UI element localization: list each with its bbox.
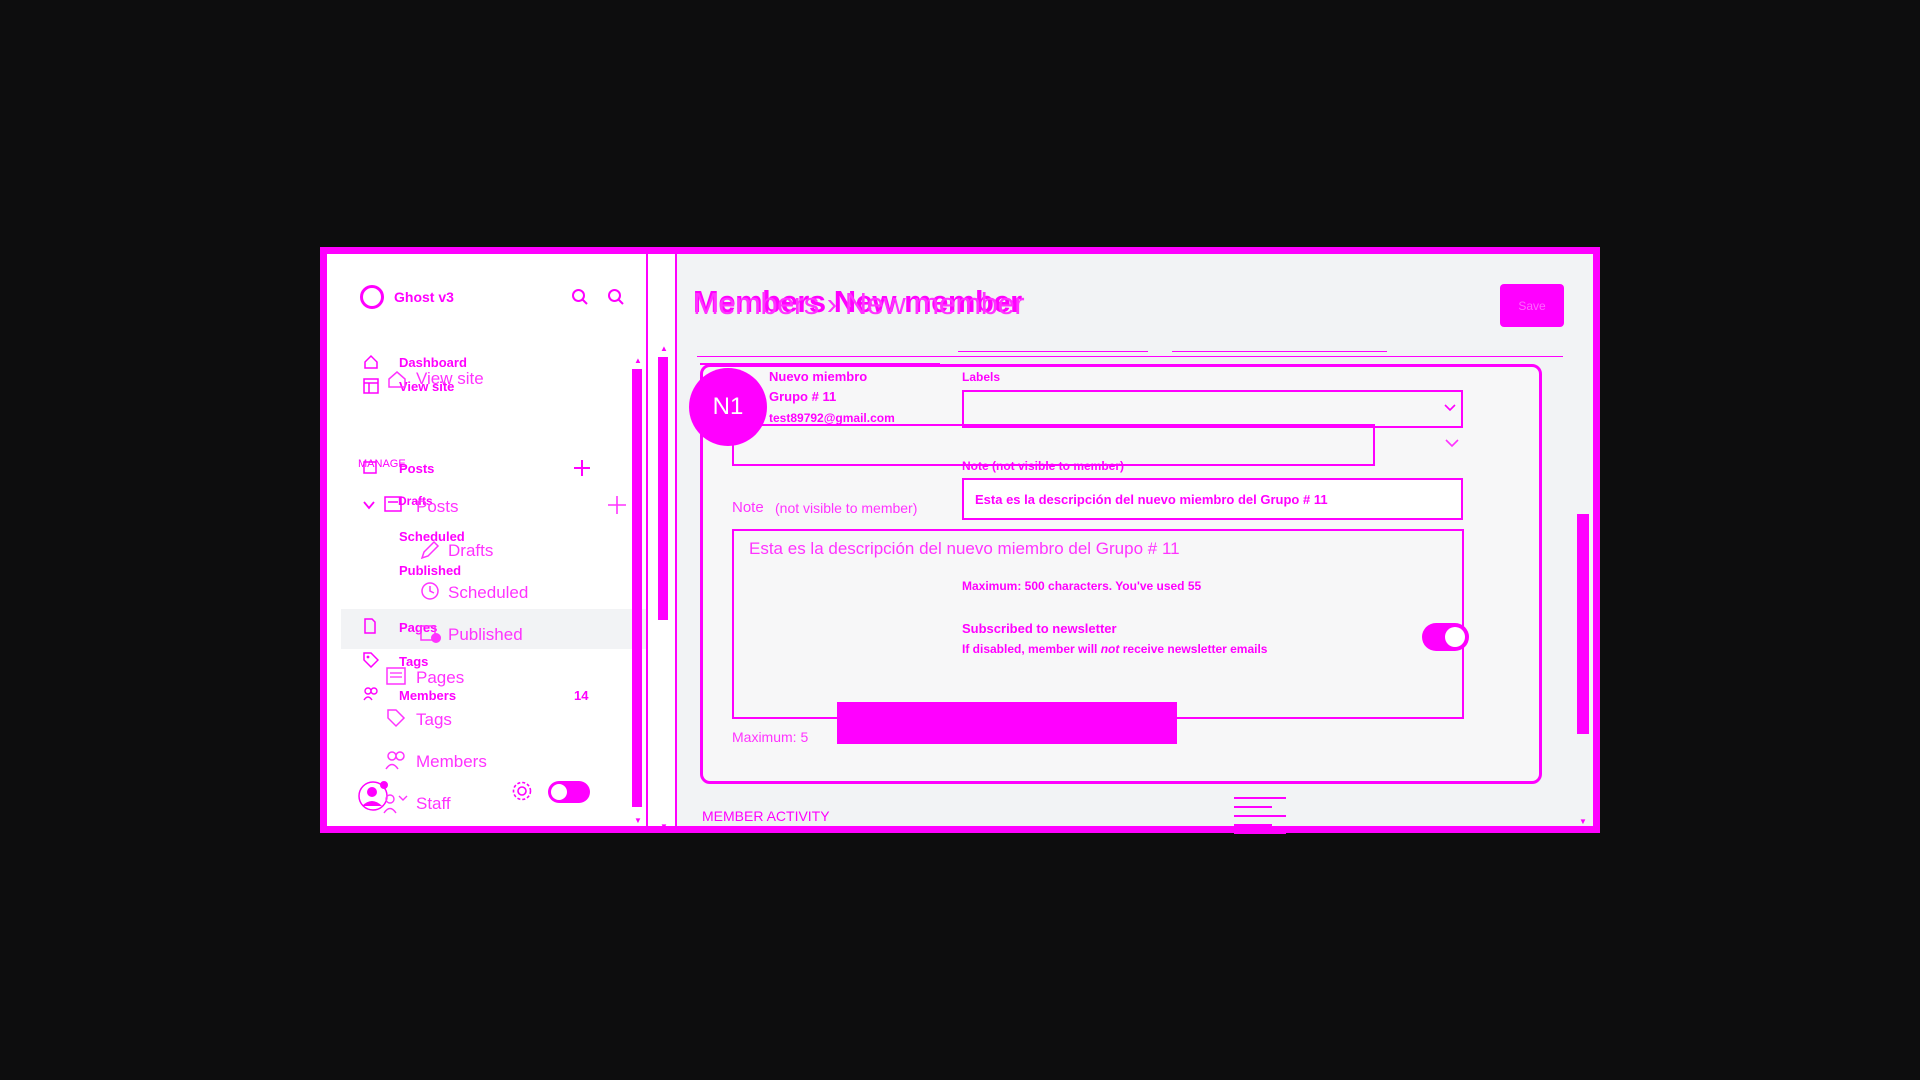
header-divider — [697, 356, 1563, 357]
sidebar-scrollbar[interactable] — [632, 369, 642, 807]
toggle-knob — [551, 784, 567, 800]
sidebar-ghost-scheduled[interactable]: Scheduled — [448, 583, 528, 603]
note-label: Note (not visible to member) — [962, 459, 1125, 473]
note-label-ghost-hint: (not visible to member) — [775, 500, 918, 516]
scroll-down-arrow[interactable]: ▼ — [660, 822, 668, 831]
sidebar-divider — [646, 254, 648, 826]
app-window: Ghost v3 Dashboard View site View site M… — [320, 247, 1600, 834]
night-mode-toggle[interactable] — [548, 781, 590, 803]
newsletter-hint-post: receive newsletter emails — [1122, 642, 1268, 656]
card-accent-line — [700, 363, 940, 365]
sidebar-item-posts[interactable]: Posts — [399, 461, 434, 476]
sidebar-ghost-view-site[interactable]: View site — [416, 369, 484, 389]
header-divider — [1172, 351, 1387, 352]
scroll-up-arrow[interactable]: ▲ — [634, 356, 642, 365]
newsletter-hint-pre: If disabled, member will — [962, 642, 1098, 656]
page-title-ghost: Members › New member — [693, 286, 1025, 321]
scroll-up-arrow[interactable]: ▲ — [660, 344, 668, 353]
note-counter: Maximum: 500 characters. You've used 55 — [962, 579, 1202, 593]
note-label-ghost: Note — [732, 499, 764, 516]
tag-icon — [363, 652, 379, 668]
ghost-logo-icon — [360, 285, 384, 309]
newsletter-label: Subscribed to newsletter — [962, 621, 1117, 636]
plus-icon[interactable] — [607, 495, 627, 515]
panel-scrollbar[interactable] — [658, 357, 668, 620]
tag-icon — [387, 709, 406, 728]
screen: Ghost v3 Dashboard View site View site M… — [0, 0, 1920, 1080]
pencil-icon — [420, 540, 440, 560]
labels-label: Labels — [962, 370, 1001, 384]
pages-icon — [386, 667, 406, 685]
activity-list-icon — [1234, 797, 1286, 834]
toggle-knob — [1445, 627, 1465, 647]
published-icon — [420, 625, 441, 643]
member-activity-heading: MEMBER ACTIVITY — [702, 808, 830, 824]
sidebar-ghost-pages[interactable]: Pages — [416, 668, 464, 688]
chevron-down-icon[interactable] — [1445, 439, 1459, 448]
overlay-bar — [837, 702, 1177, 744]
sidebar-ghost-posts[interactable]: Posts — [416, 497, 459, 517]
gear-icon[interactable] — [511, 780, 533, 802]
site-name[interactable]: Ghost v3 — [394, 289, 454, 305]
home-icon — [388, 371, 406, 388]
sidebar-ghost-published[interactable]: Published — [448, 625, 523, 645]
member-name-line2: Grupo # 11 — [769, 389, 837, 404]
main-scrollbar[interactable] — [1577, 514, 1589, 734]
search-icon[interactable] — [607, 288, 625, 306]
newsletter-hint: If disabled, member will not receive new… — [962, 642, 1267, 656]
members-count-badge: 14 — [574, 688, 589, 703]
main-content: Members New member Members › New member … — [677, 254, 1593, 834]
layout-icon — [363, 378, 379, 394]
header-divider — [958, 351, 1148, 352]
clock-icon — [421, 582, 439, 600]
save-button[interactable]: Save — [1500, 284, 1564, 327]
chevron-down-icon[interactable] — [363, 500, 375, 510]
staff-icon — [383, 794, 408, 814]
scroll-down-arrow[interactable]: ▼ — [634, 816, 642, 825]
labels-select[interactable] — [962, 390, 1463, 428]
newsletter-hint-em: not — [1100, 642, 1120, 656]
plus-icon[interactable] — [573, 459, 591, 477]
chevron-down-icon[interactable] — [1444, 404, 1456, 412]
note-counter-ghost: Maximum: 5 — [732, 729, 809, 745]
sidebar-ghost-tags[interactable]: Tags — [416, 710, 452, 730]
members-icon — [363, 687, 378, 701]
scroll-down-arrow[interactable]: ▼ — [1579, 817, 1587, 826]
sidebar-item-published[interactable]: Published — [399, 563, 461, 578]
note-textarea-value: Esta es la descripción del nuevo miembro… — [749, 539, 1180, 558]
page-icon — [364, 618, 376, 634]
newsletter-toggle[interactable] — [1422, 623, 1469, 651]
members-icon — [385, 751, 405, 770]
sidebar-ghost-members[interactable]: Members — [416, 752, 487, 772]
note-value: Esta es la descripción del nuevo miembro… — [975, 492, 1328, 507]
posts-icon — [363, 461, 377, 474]
sidebar: Ghost v3 Dashboard View site View site M… — [341, 254, 646, 826]
sidebar-item-members[interactable]: Members — [399, 688, 456, 703]
sidebar-item-dashboard[interactable]: Dashboard — [399, 355, 467, 370]
search-icon[interactable] — [571, 288, 589, 306]
member-name-line1: Nuevo miembro — [769, 369, 868, 384]
sidebar-ghost-drafts[interactable]: Drafts — [448, 541, 493, 561]
sidebar-ghost-staff[interactable]: Staff — [416, 794, 451, 814]
home-icon — [364, 354, 378, 369]
member-email: test89792@gmail.com — [769, 411, 895, 425]
